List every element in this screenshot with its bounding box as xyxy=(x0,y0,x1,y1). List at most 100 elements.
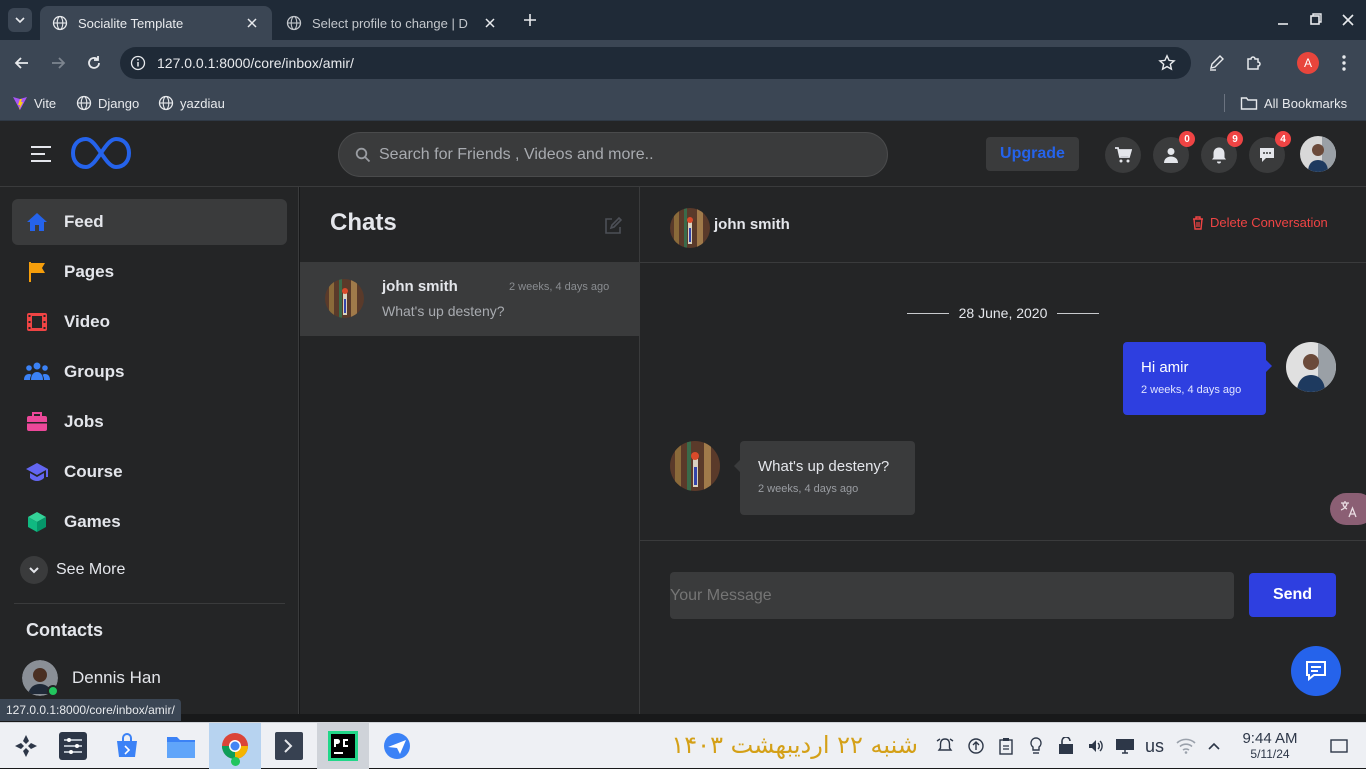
delete-conversation-button[interactable]: Delete Conversation xyxy=(1192,215,1328,230)
sidebar-item-feed[interactable]: Feed xyxy=(12,199,287,245)
conversation-panel: john smith Delete Conversation 28 June, … xyxy=(640,187,1366,714)
star-icon[interactable] xyxy=(1158,54,1176,72)
chat-list-item[interactable]: john smith 2 weeks, 4 days ago What's up… xyxy=(300,262,639,336)
bookmark-django[interactable]: Django xyxy=(76,95,139,111)
friends-badge: 0 xyxy=(1179,131,1195,147)
sent-message-bubble: Hi amir 2 weeks, 4 days ago xyxy=(1123,342,1272,415)
pencil-icon xyxy=(1210,55,1224,71)
cart-button[interactable] xyxy=(1105,137,1141,173)
tab-select-profile[interactable]: Select profile to change | D xyxy=(274,6,510,40)
browser-menu-button[interactable] xyxy=(1334,53,1354,73)
close-window-button[interactable] xyxy=(1339,12,1357,28)
tab-socialite[interactable]: Socialite Template xyxy=(40,6,272,40)
conversation-header: john smith Delete Conversation xyxy=(640,187,1366,263)
sidebar-item-games[interactable]: Games xyxy=(12,499,287,545)
sidebar-item-video[interactable]: Video xyxy=(12,299,287,345)
close-tab-icon[interactable] xyxy=(482,15,498,31)
show-desktop-button[interactable] xyxy=(1329,736,1349,756)
extensions-button[interactable] xyxy=(1244,53,1264,73)
search-input[interactable] xyxy=(379,133,869,176)
tray-expand-button[interactable] xyxy=(1204,736,1224,756)
pycharm-app-button[interactable] xyxy=(317,723,369,769)
sidebar-item-label: Games xyxy=(64,512,121,531)
store-app-button[interactable] xyxy=(101,723,153,769)
persian-date: شنبه ۲۲ اردیبهشت ۱۴۰۳ xyxy=(671,731,918,759)
new-chat-button[interactable] xyxy=(603,216,623,236)
friends-button[interactable]: 0 xyxy=(1153,131,1195,173)
address-bar[interactable]: 127.0.0.1:8000/core/inbox/amir/ xyxy=(120,47,1191,79)
app-logo[interactable] xyxy=(70,135,132,171)
composer-divider xyxy=(640,540,1366,541)
display-tray-icon[interactable] xyxy=(1115,736,1135,756)
upgrade-button[interactable]: Upgrade xyxy=(986,137,1079,171)
vault-tray-icon[interactable] xyxy=(1056,736,1076,756)
bookmark-vite[interactable]: Vite xyxy=(12,95,56,111)
see-more-button[interactable]: See More xyxy=(20,556,125,584)
alarm-tray-icon[interactable] xyxy=(935,736,955,756)
received-message-bubble: What's up desteny? 2 weeks, 4 days ago xyxy=(734,441,915,515)
lightbulb-tray-icon[interactable] xyxy=(1026,736,1046,756)
file-manager-button[interactable] xyxy=(155,723,207,769)
app-launcher-button[interactable] xyxy=(0,723,52,769)
bubble-tail xyxy=(1266,360,1272,372)
edit-button[interactable] xyxy=(1208,54,1226,72)
translate-button[interactable] xyxy=(1330,493,1366,525)
messages-badge: 4 xyxy=(1275,131,1291,147)
tab-search-button[interactable] xyxy=(8,8,32,32)
terminal-app-button[interactable] xyxy=(263,723,315,769)
contact-avatar xyxy=(22,660,59,697)
update-tray-icon[interactable] xyxy=(966,736,986,756)
kebab-menu-icon xyxy=(1342,55,1346,71)
browser-tab-strip: Socialite Template Select profile to cha… xyxy=(0,0,1366,40)
site-info-icon[interactable] xyxy=(130,55,146,71)
reload-button[interactable] xyxy=(84,53,104,73)
new-tab-button[interactable] xyxy=(520,10,540,30)
sidebar-item-pages[interactable]: Pages xyxy=(12,249,287,295)
network-app-button[interactable] xyxy=(371,723,423,769)
folder-icon xyxy=(167,737,195,758)
taskbar: شنبه ۲۲ اردیبهشت ۱۴۰۳ us 9:44 AM 5/11/24 xyxy=(0,722,1366,769)
partner-message-avatar xyxy=(670,441,720,491)
settings-app-button[interactable] xyxy=(47,723,99,769)
clock[interactable]: 9:44 AM 5/11/24 xyxy=(1232,730,1308,761)
chat-avatar xyxy=(325,279,364,318)
keyboard-layout[interactable]: us xyxy=(1145,736,1164,757)
translate-icon xyxy=(1340,501,1357,518)
chat-bubble-icon xyxy=(1306,661,1326,682)
profile-avatar[interactable]: A xyxy=(1297,52,1319,74)
chrome-icon xyxy=(222,733,248,760)
tab-title: Select profile to change | D xyxy=(312,15,468,31)
all-bookmarks-button[interactable]: All Bookmarks xyxy=(1240,95,1347,111)
contact-name: Dennis Han xyxy=(72,668,161,687)
send-button[interactable]: Send xyxy=(1249,573,1336,617)
back-button[interactable] xyxy=(12,53,32,73)
sidebar-item-label: Groups xyxy=(64,362,125,381)
hamburger-menu-button[interactable] xyxy=(30,145,52,163)
bubble-tail xyxy=(734,460,740,472)
volume-tray-icon[interactable] xyxy=(1086,736,1106,756)
sidebar-item-course[interactable]: Course xyxy=(12,449,287,495)
floating-chat-button[interactable] xyxy=(1291,646,1341,696)
maximize-button[interactable] xyxy=(1306,12,1324,28)
sidebar-item-groups[interactable]: Groups xyxy=(12,349,287,395)
notifications-button[interactable]: 9 xyxy=(1201,131,1243,173)
forward-button[interactable] xyxy=(48,53,68,73)
user-avatar[interactable] xyxy=(1300,136,1336,172)
minimize-icon xyxy=(1278,23,1288,25)
message-input[interactable] xyxy=(670,572,1234,619)
partner-avatar[interactable] xyxy=(670,208,710,248)
contact-item[interactable]: Dennis Han xyxy=(22,660,161,697)
sidebar-item-jobs[interactable]: Jobs xyxy=(12,399,287,445)
clipboard-tray-icon[interactable] xyxy=(996,736,1016,756)
page-bottom-strip xyxy=(0,714,1366,722)
minimize-button[interactable] xyxy=(1274,12,1292,28)
arrow-left-icon xyxy=(14,57,28,69)
close-tab-icon[interactable] xyxy=(244,15,260,31)
bookmark-yazdiau[interactable]: yazdiau xyxy=(158,95,225,111)
wifi-tray-icon[interactable] xyxy=(1176,736,1196,756)
arrow-right-icon xyxy=(52,57,66,69)
trash-icon xyxy=(1193,215,1203,230)
chrome-app-button[interactable] xyxy=(209,723,261,769)
messages-button[interactable]: 4 xyxy=(1249,131,1291,173)
chat-name: john smith xyxy=(382,278,458,295)
